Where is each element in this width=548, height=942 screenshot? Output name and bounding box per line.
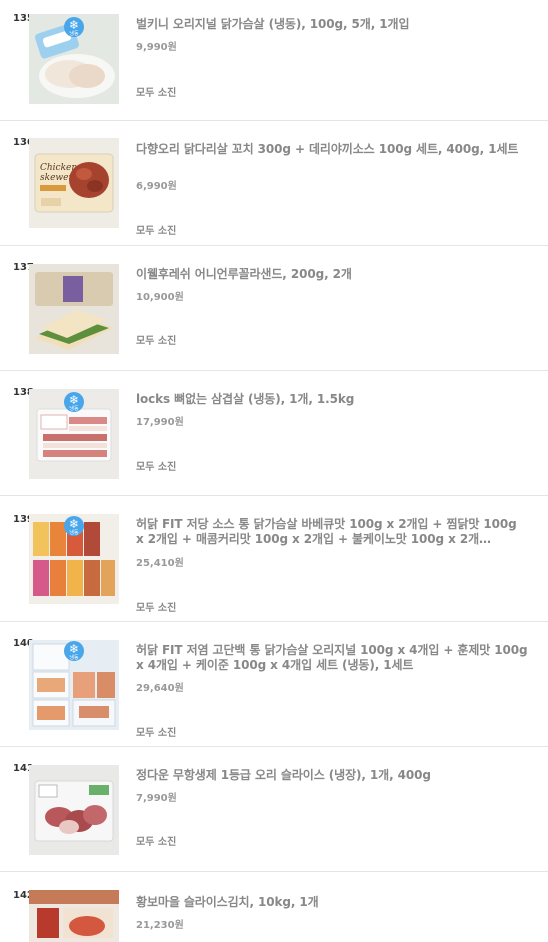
list-item[interactable]: 140 ❄ 냉동 허닭 FIT 저염 고단백 통 닭가슴살 오리지널 100g … <box>0 622 548 747</box>
sandwich-photo <box>29 264 119 354</box>
snowflake-icon: ❄ <box>68 642 80 656</box>
sold-out-status: 모두 소진 <box>136 728 177 739</box>
frozen-label: 냉동 <box>69 655 79 661</box>
frozen-badge: ❄ 냉동 <box>64 17 84 37</box>
product-list: 135 ❄ 냉동 벌키니 오리지널 닭가슴살 (냉동), 100g, 5개, 1… <box>0 0 548 942</box>
product-title[interactable]: 황보마을 슬라이스김치, 10kg, 1개 <box>136 895 528 910</box>
product-image[interactable] <box>29 890 119 942</box>
sold-out-status: 모두 소진 <box>136 226 177 237</box>
frozen-label: 냉동 <box>69 530 79 536</box>
product-title[interactable]: 벌키니 오리지널 닭가슴살 (냉동), 100g, 5개, 1개입 <box>136 17 528 32</box>
product-image[interactable] <box>29 264 119 354</box>
list-item[interactable]: 135 ❄ 냉동 벌키니 오리지널 닭가슴살 (냉동), 100g, 5개, 1… <box>0 0 548 121</box>
list-item[interactable]: 139 ❄ 냉동 허닭 FIT 저당 소스 통 닭가슴살 바베큐맛 100g x… <box>0 496 548 622</box>
product-price: 9,990원 <box>136 42 177 53</box>
product-title[interactable]: 이웰후레쉬 어니언루꼴라샌드, 200g, 2개 <box>136 267 528 282</box>
kimchi-box-photo <box>29 890 119 942</box>
product-price: 17,990원 <box>136 417 184 428</box>
list-item[interactable]: 136 Chicken skewer 다향오리 닭다리살 꼬치 300g + 데… <box>0 121 548 246</box>
product-price: 10,900원 <box>136 292 184 303</box>
product-image[interactable] <box>29 765 119 855</box>
frozen-badge: ❄ 냉동 <box>64 516 84 536</box>
product-price: 29,640원 <box>136 683 184 694</box>
frozen-label: 냉동 <box>69 406 79 412</box>
snowflake-icon: ❄ <box>68 517 80 531</box>
sold-out-status: 모두 소진 <box>136 603 177 614</box>
product-title[interactable]: locks 뼈없는 삼겹살 (냉동), 1개, 1.5kg <box>136 392 528 407</box>
list-item[interactable]: 137 이웰후레쉬 어니언루꼴라샌드, 200g, 2개 10,900원 모두 … <box>0 246 548 371</box>
svg-text:skewer: skewer <box>40 173 73 183</box>
product-price: 7,990원 <box>136 793 177 804</box>
product-title[interactable]: 허닭 FIT 저염 고단백 통 닭가슴살 오리지널 100g x 4개입 + 훈… <box>136 643 528 673</box>
frozen-badge: ❄ 냉동 <box>64 641 84 661</box>
product-title[interactable]: 허닭 FIT 저당 소스 통 닭가슴살 바베큐맛 100g x 2개입 + 찜닭… <box>136 517 528 547</box>
chicken-skewer-photo: Chicken skewer <box>29 138 119 228</box>
product-price: 25,410원 <box>136 558 184 569</box>
sold-out-status: 모두 소진 <box>136 336 177 347</box>
snowflake-icon: ❄ <box>68 18 80 32</box>
sold-out-status: 모두 소진 <box>136 462 177 473</box>
sold-out-status: 모두 소진 <box>136 88 177 99</box>
frozen-badge: ❄ 냉동 <box>64 392 84 412</box>
product-image[interactable]: Chicken skewer <box>29 138 119 228</box>
frozen-label: 냉동 <box>69 31 79 37</box>
list-item[interactable]: 138 ❄ 냉동 locks 뼈없는 삼겹살 (냉동), 1개, 1.5kg 1… <box>0 371 548 496</box>
list-item[interactable]: 142 황보마을 슬라이스김치, 10kg, 1개 21,230원 <box>0 872 548 942</box>
snowflake-icon: ❄ <box>68 393 80 407</box>
product-price: 6,990원 <box>136 181 177 192</box>
product-price: 21,230원 <box>136 920 184 931</box>
sold-out-status: 모두 소진 <box>136 837 177 848</box>
product-title[interactable]: 정다운 무항생제 1등급 오리 슬라이스 (냉장), 1개, 400g <box>136 768 528 783</box>
duck-slice-photo <box>29 765 119 855</box>
product-title[interactable]: 다향오리 닭다리살 꼬치 300g + 데리야끼소스 100g 세트, 400g… <box>136 142 528 172</box>
list-item[interactable]: 141 정다운 무항생제 1등급 오리 슬라이스 (냉장), 1개, 400g … <box>0 747 548 872</box>
